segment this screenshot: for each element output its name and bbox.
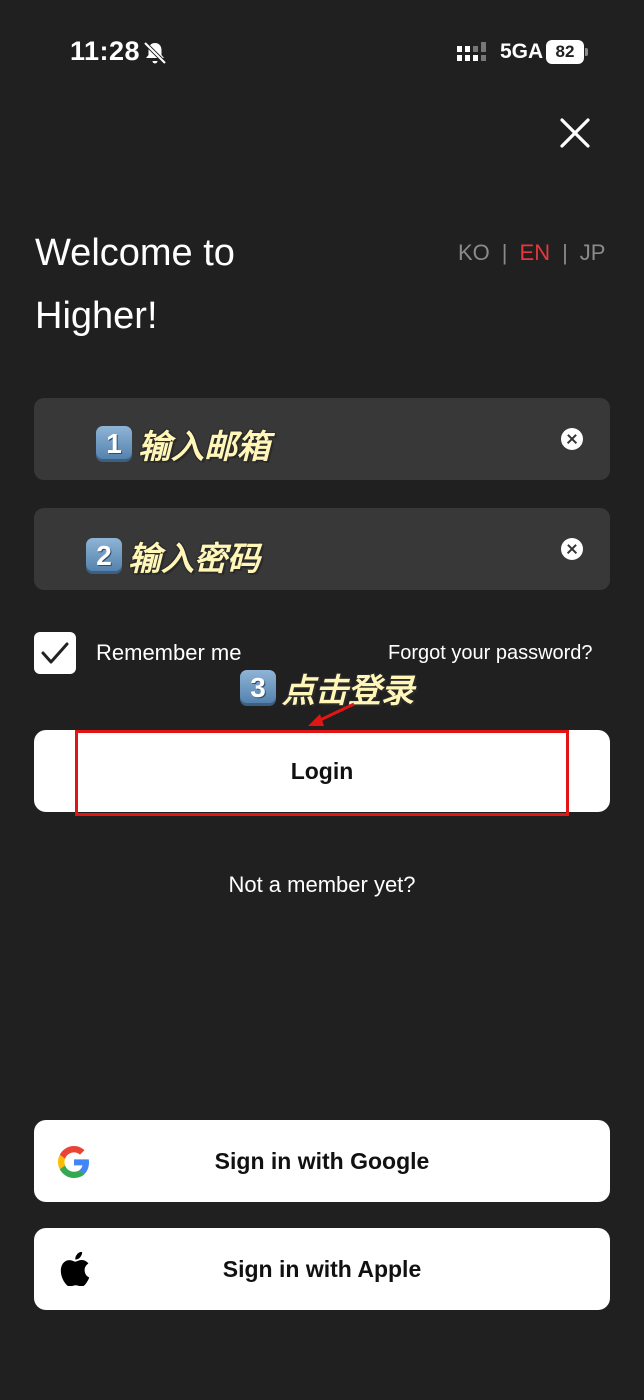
lang-jp[interactable]: JP bbox=[580, 240, 606, 266]
page-title: Welcome to Higher! bbox=[35, 222, 355, 348]
remember-me-checkbox[interactable] bbox=[34, 632, 76, 674]
lang-separator: | bbox=[501, 240, 508, 265]
login-button-label: Login bbox=[290, 757, 354, 784]
password-annotation-text: 输入密码 bbox=[128, 540, 260, 577]
lang-en[interactable]: EN bbox=[520, 240, 551, 266]
annotation-arrow-icon bbox=[308, 702, 355, 726]
signup-link[interactable]: Not a member yet? bbox=[0, 872, 644, 898]
battery-icon: 82 bbox=[546, 40, 588, 64]
remember-me-label[interactable]: Remember me bbox=[96, 640, 241, 666]
welcome-line-1: Welcome to bbox=[35, 232, 235, 274]
login-button[interactable]: Login bbox=[34, 730, 610, 812]
bell-muted-icon bbox=[143, 41, 167, 65]
apple-signin-button[interactable]: Sign in with Apple bbox=[34, 1228, 610, 1310]
step-1-badge: 1 bbox=[96, 426, 132, 462]
step-3-badge: 3 bbox=[240, 670, 276, 706]
step-2-badge: 2 bbox=[86, 538, 122, 574]
network-type: 5GA bbox=[500, 40, 544, 63]
signal-icon bbox=[457, 42, 486, 61]
language-selector: KO | EN | JP bbox=[458, 240, 605, 266]
password-annotation: 2 输入密码 bbox=[86, 532, 260, 580]
google-signin-label: Sign in with Google bbox=[214, 1148, 430, 1174]
lang-separator: | bbox=[562, 240, 568, 265]
email-annotation: 1 输入邮箱 bbox=[96, 420, 270, 468]
check-icon bbox=[41, 642, 69, 664]
forgot-password-link[interactable]: Forgot your password? bbox=[388, 642, 593, 665]
close-icon[interactable] bbox=[554, 112, 596, 154]
email-annotation-text: 输入邮箱 bbox=[138, 428, 270, 465]
apple-signin-label: Sign in with Apple bbox=[222, 1256, 422, 1282]
welcome-line-2: Higher! bbox=[35, 295, 158, 337]
battery-level: 82 bbox=[546, 40, 584, 64]
status-time: 11:28 bbox=[70, 36, 141, 66]
clear-password-icon[interactable] bbox=[561, 538, 583, 560]
google-signin-button[interactable]: Sign in with Google bbox=[34, 1120, 610, 1202]
lang-ko[interactable]: KO bbox=[458, 240, 490, 266]
clear-email-icon[interactable] bbox=[561, 428, 583, 450]
